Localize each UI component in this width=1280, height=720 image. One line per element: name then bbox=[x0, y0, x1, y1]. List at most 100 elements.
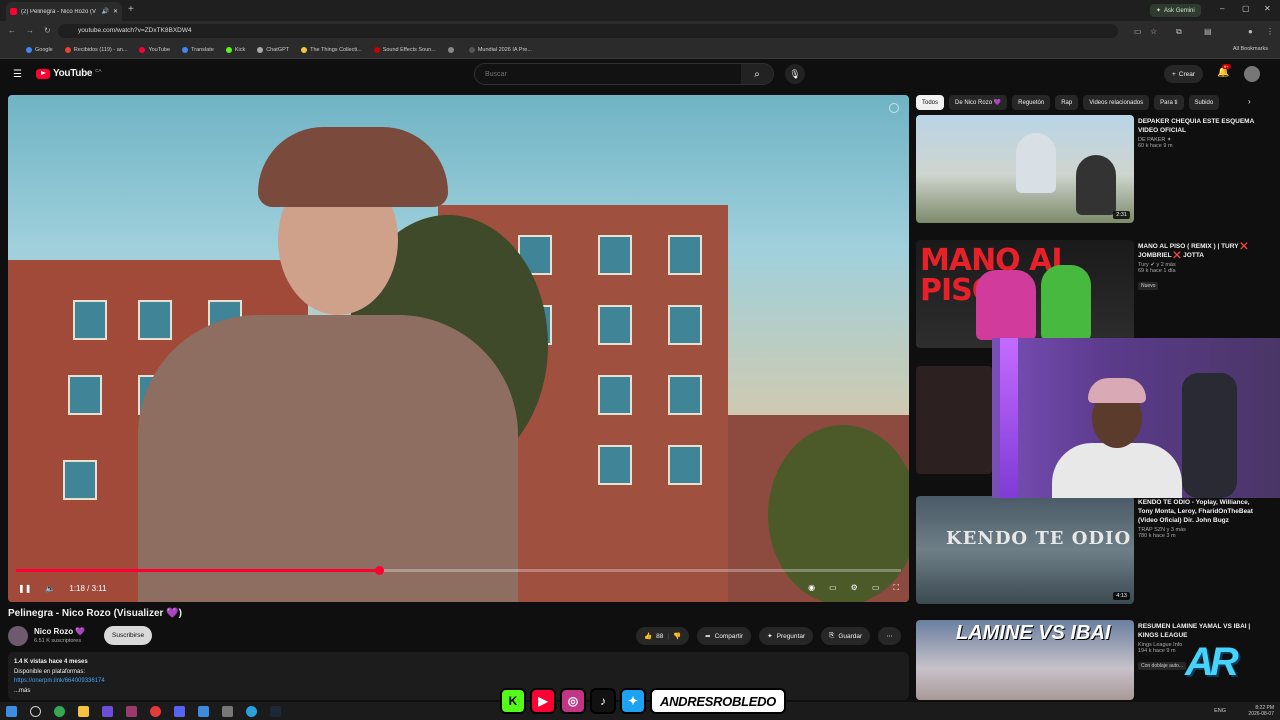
translate-icon bbox=[182, 46, 189, 53]
related-filter-chips: Todos De Nico Rozo 💜 Reguetón Rap Videos… bbox=[916, 95, 1262, 111]
system-clock[interactable]: 8:22 PM 2026-08-07 bbox=[1248, 705, 1274, 717]
video-thumbnail[interactable] bbox=[916, 366, 992, 474]
autoplay-toggle-icon[interactable]: ◉ bbox=[808, 583, 815, 593]
like-icon[interactable]: 👍 bbox=[644, 632, 652, 640]
app-icon[interactable] bbox=[198, 705, 209, 717]
chrome-icon[interactable] bbox=[54, 705, 65, 717]
channel-name[interactable]: Nico Rozo 💜 bbox=[34, 627, 85, 636]
ask-button[interactable]: ✦ Preguntar bbox=[759, 627, 814, 645]
chip-from-channel[interactable]: De Nico Rozo 💜 bbox=[949, 95, 1008, 110]
chip-for-you[interactable]: Para ti bbox=[1154, 95, 1184, 110]
bookmark-item[interactable]: Recibidos (119) - an... bbox=[64, 46, 127, 53]
cast-icon[interactable]: ▭ bbox=[1134, 27, 1142, 36]
back-arrow-icon[interactable]: ← bbox=[8, 26, 16, 35]
menu-dots-icon[interactable]: ⋮ bbox=[1266, 27, 1274, 36]
profile-icon[interactable]: ● bbox=[1248, 27, 1253, 36]
telegram-icon[interactable] bbox=[246, 705, 257, 717]
search-icon: ⌕ bbox=[754, 68, 760, 80]
new-tab-button[interactable]: + bbox=[128, 4, 134, 15]
share-button[interactable]: ➦ Compartir bbox=[697, 627, 752, 645]
bookmark-item[interactable]: Mundial 2026 IA Pre... bbox=[468, 46, 532, 53]
search-icon[interactable] bbox=[30, 705, 41, 717]
folder-icon bbox=[301, 46, 308, 53]
language-indicator[interactable]: ENG bbox=[1214, 708, 1226, 714]
subtitles-icon[interactable]: ▭ bbox=[829, 583, 837, 593]
maximize-button[interactable]: ▢ bbox=[1242, 4, 1250, 13]
tab-close-icon[interactable]: ✕ bbox=[113, 8, 118, 15]
video-thumbnail[interactable]: 2:31 bbox=[916, 115, 1134, 223]
windows-start-icon[interactable] bbox=[6, 705, 17, 717]
recommended-video[interactable]: KENDO TE ODIO 4:13 KENDO TE ODIO - Yopla… bbox=[916, 496, 1266, 608]
browser-tab[interactable]: (2) Pelinegra - Nico Rozo (V 🔊 ✕ bbox=[6, 2, 122, 21]
chevron-right-icon[interactable]: › bbox=[1248, 97, 1251, 106]
bookmark-star-icon[interactable]: ☆ bbox=[1150, 27, 1157, 36]
chip-related[interactable]: Videos relacionados bbox=[1083, 95, 1150, 110]
hamburger-menu-icon[interactable]: ☰ bbox=[13, 69, 23, 80]
address-bar-row: ← → ↻ youtube.com/watch?v=ZDxTK8BXDW4 ▭ … bbox=[0, 21, 1280, 41]
thumbnail-text: LAMINE VS IBAI bbox=[956, 622, 1111, 644]
bookmark-item[interactable]: Translate bbox=[182, 46, 214, 53]
file-explorer-icon[interactable] bbox=[78, 705, 89, 717]
view-count: 60 k hace 9 m bbox=[1138, 143, 1173, 149]
sidepanel-icon[interactable]: ▤ bbox=[1204, 27, 1212, 36]
bookmark-item[interactable]: Kick bbox=[225, 46, 245, 53]
tab-audio-icon[interactable]: 🔊 bbox=[101, 8, 108, 15]
theater-mode-icon[interactable]: ▭ bbox=[872, 583, 880, 593]
app-icon[interactable] bbox=[126, 705, 137, 717]
video-thumbnail[interactable]: MANO AL PISO bbox=[916, 240, 1134, 348]
volume-icon[interactable]: 🔈 bbox=[45, 584, 55, 593]
extensions-icon[interactable]: ⧉ bbox=[1176, 27, 1182, 37]
app-icon[interactable] bbox=[222, 705, 233, 717]
reload-icon[interactable]: ↻ bbox=[44, 26, 51, 35]
ask-gemini-button[interactable]: ✦ Ask Gemini bbox=[1150, 4, 1201, 17]
info-icon[interactable] bbox=[889, 103, 899, 113]
video-player[interactable]: ❚❚ 🔈 1:18 / 3:11 ◉ ▭ ⚙ ▭ ⛶ bbox=[8, 95, 909, 602]
bookmark-item[interactable]: Sound Effects Soun... bbox=[373, 46, 436, 53]
subscribe-button[interactable]: Suscribirse bbox=[104, 626, 153, 645]
all-bookmarks-button[interactable]: All Bookmarks bbox=[1233, 46, 1268, 52]
save-icon: ⎘ bbox=[829, 632, 835, 639]
like-dislike-group: 👍 88 | 👎 bbox=[636, 627, 690, 645]
chip-rap[interactable]: Rap bbox=[1055, 95, 1079, 110]
search-input[interactable] bbox=[475, 64, 741, 84]
bookmark-item[interactable]: YouTube bbox=[139, 46, 170, 53]
search-button[interactable]: ⌕ bbox=[741, 64, 773, 84]
app-icon[interactable] bbox=[150, 705, 161, 717]
fullscreen-icon[interactable]: ⛶ bbox=[893, 583, 899, 593]
bookmark-item[interactable]: The Things Collecti... bbox=[301, 46, 362, 53]
youtube-header: ☰ YouTube CA ⌕ 🎙 + Crear 🔔9+ bbox=[0, 60, 1280, 90]
pause-icon[interactable]: ❚❚ bbox=[18, 584, 31, 593]
more-actions-button[interactable]: ⋯ bbox=[878, 627, 901, 645]
video-progress-bar[interactable] bbox=[16, 566, 901, 575]
bookmark-item[interactable]: Google bbox=[26, 46, 53, 53]
close-window-button[interactable]: ✕ bbox=[1264, 4, 1271, 13]
create-button[interactable]: + Crear bbox=[1164, 65, 1204, 83]
video-frame-person bbox=[138, 115, 518, 602]
chip-all[interactable]: Todos bbox=[916, 95, 945, 110]
video-thumbnail[interactable]: KENDO TE ODIO 4:13 bbox=[916, 496, 1134, 604]
video-thumbnail[interactable]: LAMINE VS IBAI bbox=[916, 620, 1134, 700]
description-link[interactable]: https://onerpm.link/664009336174 bbox=[14, 677, 903, 687]
discord-icon[interactable] bbox=[174, 705, 185, 717]
notifications-bell-icon[interactable]: 🔔 9+ bbox=[1217, 64, 1231, 78]
save-button[interactable]: ⎘ Guardar bbox=[821, 627, 871, 645]
minimize-button[interactable]: – bbox=[1220, 4, 1224, 13]
channel-avatar[interactable] bbox=[8, 626, 28, 646]
chip-uploaded[interactable]: Subido bbox=[1188, 95, 1220, 110]
url-field[interactable]: youtube.com/watch?v=ZDxTK8BXDW4 bbox=[58, 24, 1118, 38]
steam-icon[interactable] bbox=[270, 705, 281, 717]
account-avatar[interactable] bbox=[1244, 66, 1260, 82]
like-count: 88 bbox=[656, 632, 664, 640]
bookmark-item[interactable] bbox=[447, 46, 457, 53]
dislike-icon[interactable]: 👎 bbox=[673, 632, 681, 640]
recommended-video[interactable]: MANO AL PISO MANO AL PISO ( REMIX ) | TU… bbox=[916, 240, 1266, 352]
view-count: 780 k hace 3 m bbox=[1138, 533, 1176, 539]
app-icon[interactable] bbox=[102, 705, 113, 717]
settings-gear-icon[interactable]: ⚙ bbox=[851, 583, 858, 593]
chip-reggaeton[interactable]: Reguetón bbox=[1012, 95, 1051, 110]
bookmark-item[interactable]: ChatGPT bbox=[257, 46, 289, 53]
youtube-logo[interactable]: YouTube CA bbox=[36, 68, 101, 79]
recommended-video[interactable]: 2:31 DEPAKER CHEQUIA ESTE ESQUEMA VIDEO … bbox=[916, 115, 1266, 227]
forward-arrow-icon[interactable]: → bbox=[26, 26, 34, 35]
voice-search-button[interactable]: 🎙 bbox=[785, 64, 805, 84]
